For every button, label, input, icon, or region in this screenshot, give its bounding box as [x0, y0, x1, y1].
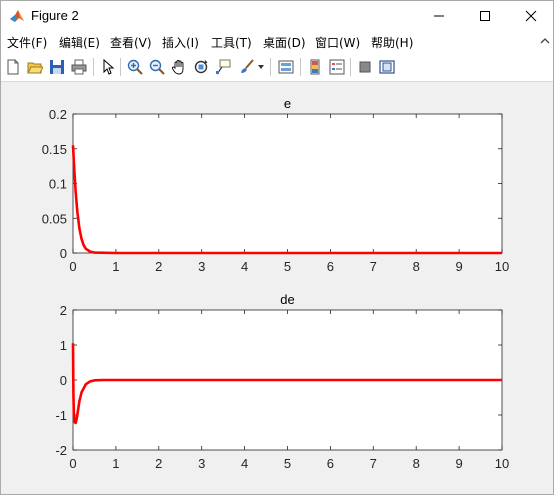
open-button[interactable]	[25, 57, 45, 77]
plots-svg: e01234567891000.050.10.150.2de0123456789…	[1, 82, 553, 494]
subplot-1-xtick-label: 1	[112, 259, 119, 274]
subplot-2-xtick-label: 5	[284, 456, 291, 471]
subplot-2-xtick-label: 8	[413, 456, 420, 471]
rotate-button[interactable]	[191, 57, 211, 77]
figure-toolbar	[1, 53, 553, 82]
subplot-1-ytick-label: 0.05	[42, 211, 67, 226]
hide-plot-tools-button[interactable]	[355, 57, 375, 77]
figure-canvas[interactable]: e01234567891000.050.10.150.2de0123456789…	[1, 82, 553, 494]
chevron-up-icon[interactable]	[540, 36, 550, 46]
subplot-1-xtick-label: 4	[241, 259, 248, 274]
subplot-2-xtick-label: 1	[112, 456, 119, 471]
subplot-1-title: e	[284, 96, 291, 111]
colorbar-icon	[307, 59, 323, 75]
zoom-in-button[interactable]	[125, 57, 145, 77]
toolbar-separator	[300, 58, 301, 76]
link-plot-button[interactable]	[276, 57, 296, 77]
close-button[interactable]	[508, 1, 554, 31]
subplot-1-xtick-label: 7	[370, 259, 377, 274]
subplot-2-xtick-label: 7	[370, 456, 377, 471]
new-figure-icon	[5, 59, 21, 75]
maximize-icon	[479, 10, 491, 22]
subplot-1-xtick-label: 5	[284, 259, 291, 274]
brush-dropdown-button[interactable]	[255, 57, 267, 77]
open-icon	[27, 59, 43, 75]
minimize-button[interactable]	[416, 1, 462, 31]
save-button[interactable]	[47, 57, 67, 77]
subplot-1-axes-box	[73, 114, 502, 253]
print-icon	[71, 59, 87, 75]
toolbar-separator	[93, 58, 94, 76]
subplot-2-ytick-label: 0	[60, 373, 67, 388]
subplot-2-xtick-label: 4	[241, 456, 248, 471]
subplot-1-xtick-label: 3	[198, 259, 205, 274]
menu-help[interactable]: 帮助(H)	[371, 34, 413, 51]
toolbar-separator	[120, 58, 121, 76]
brush-button[interactable]	[237, 57, 257, 77]
subplot-2-xtick-label: 9	[455, 456, 462, 471]
subplot-2-ytick-label: 2	[60, 303, 67, 318]
subplot-2-xtick-label: 2	[155, 456, 162, 471]
brush-icon	[239, 59, 255, 75]
data-cursor-button[interactable]	[213, 57, 233, 77]
legend-button[interactable]	[327, 57, 347, 77]
subplot-2-ytick-label: -1	[55, 408, 67, 423]
subplot-1-xtick-label: 9	[455, 259, 462, 274]
zoom-in-icon	[127, 59, 143, 75]
subplot-1-xtick-label: 2	[155, 259, 162, 274]
subplot-2-xtick-label: 0	[69, 456, 76, 471]
menu-file[interactable]: 文件(F)	[7, 34, 47, 51]
data-cursor-icon	[215, 59, 231, 75]
close-icon	[525, 10, 537, 22]
pointer-icon	[100, 59, 116, 75]
link-plot-icon	[278, 59, 294, 75]
pan-icon	[171, 59, 187, 75]
subplot-1-ytick-label: 0.15	[42, 142, 67, 157]
subplot-1-xtick-label: 0	[69, 259, 76, 274]
brush-dropdown-icon	[257, 63, 265, 71]
window-title: Figure 2	[31, 8, 79, 23]
rotate-icon	[193, 59, 209, 75]
figure-window: Figure 2 文件(F) 编辑(E) 查看(V) 插入(I) 工具(T) 桌…	[0, 0, 554, 495]
zoom-out-icon	[149, 59, 165, 75]
menu-view[interactable]: 查看(V)	[110, 34, 152, 51]
menu-bar: 文件(F) 编辑(E) 查看(V) 插入(I) 工具(T) 桌面(D) 窗口(W…	[1, 31, 553, 53]
colorbar-button[interactable]	[305, 57, 325, 77]
toolbar-separator	[270, 58, 271, 76]
maximize-button[interactable]	[462, 1, 508, 31]
title-bar[interactable]: Figure 2	[1, 1, 553, 31]
print-button[interactable]	[69, 57, 89, 77]
subplot-2-xtick-label: 10	[495, 456, 509, 471]
subplot-2-ytick-label: 1	[60, 338, 67, 353]
minimize-icon	[433, 10, 445, 22]
menu-window[interactable]: 窗口(W)	[315, 34, 360, 51]
subplot-1-xtick-label: 10	[495, 259, 509, 274]
menu-desktop[interactable]: 桌面(D)	[263, 34, 306, 51]
subplot-2-title: de	[280, 292, 294, 307]
menu-tools[interactable]: 工具(T)	[211, 34, 252, 51]
toolbar-separator	[350, 58, 351, 76]
matlab-icon	[9, 8, 25, 24]
save-icon	[49, 59, 65, 75]
subplot-1-ytick-label: 0.2	[49, 107, 67, 122]
menu-edit[interactable]: 编辑(E)	[59, 34, 100, 51]
new-figure-button[interactable]	[3, 57, 23, 77]
subplot-2-xtick-label: 6	[327, 456, 334, 471]
menu-insert[interactable]: 插入(I)	[162, 34, 199, 51]
subplot-1-ytick-label: 0.1	[49, 177, 67, 192]
pan-button[interactable]	[169, 57, 189, 77]
show-plot-tools-icon	[379, 59, 395, 75]
subplot-1-ytick-label: 0	[60, 246, 67, 261]
subplot-1-xtick-label: 8	[413, 259, 420, 274]
subplot-2-ytick-label: -2	[55, 443, 67, 458]
subplot-1-xtick-label: 6	[327, 259, 334, 274]
pointer-button[interactable]	[98, 57, 118, 77]
show-plot-tools-button[interactable]	[377, 57, 397, 77]
hide-plot-tools-icon	[357, 59, 373, 75]
legend-icon	[329, 59, 345, 75]
zoom-out-button[interactable]	[147, 57, 167, 77]
subplot-2-xtick-label: 3	[198, 456, 205, 471]
